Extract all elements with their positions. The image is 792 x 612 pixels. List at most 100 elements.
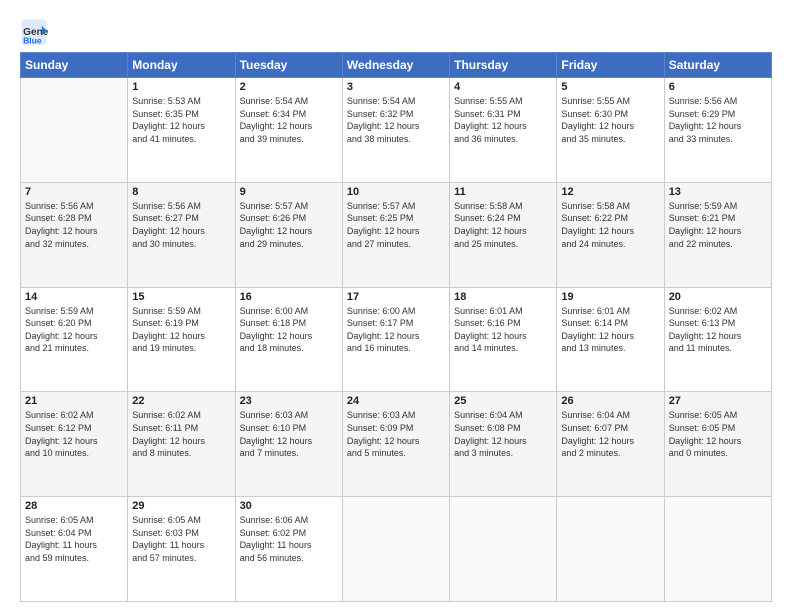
day-number: 17 — [347, 291, 445, 303]
day-info: Sunrise: 6:00 AM Sunset: 6:17 PM Dayligh… — [347, 305, 445, 355]
calendar-cell: 7 Sunrise: 5:56 AM Sunset: 6:28 PM Daylig… — [21, 182, 128, 287]
calendar-cell: 18 Sunrise: 6:01 AM Sunset: 6:16 PM Dayli… — [450, 287, 557, 392]
day-info: Sunrise: 5:55 AM Sunset: 6:30 PM Dayligh… — [561, 95, 659, 145]
day-info: Sunrise: 6:01 AM Sunset: 6:16 PM Dayligh… — [454, 305, 552, 355]
day-number: 12 — [561, 186, 659, 198]
calendar-cell: 14 Sunrise: 5:59 AM Sunset: 6:20 PM Dayli… — [21, 287, 128, 392]
day-info: Sunrise: 6:05 AM Sunset: 6:04 PM Dayligh… — [25, 514, 123, 564]
calendar-header-friday: Friday — [557, 53, 664, 78]
day-number: 25 — [454, 395, 552, 407]
calendar-cell — [557, 497, 664, 602]
calendar-cell — [450, 497, 557, 602]
calendar-cell: 30 Sunrise: 6:06 AM Sunset: 6:02 PM Dayli… — [235, 497, 342, 602]
day-info: Sunrise: 5:58 AM Sunset: 6:22 PM Dayligh… — [561, 200, 659, 250]
day-info: Sunrise: 5:55 AM Sunset: 6:31 PM Dayligh… — [454, 95, 552, 145]
day-number: 4 — [454, 81, 552, 93]
day-number: 2 — [240, 81, 338, 93]
day-info: Sunrise: 5:57 AM Sunset: 6:26 PM Dayligh… — [240, 200, 338, 250]
calendar-cell: 24 Sunrise: 6:03 AM Sunset: 6:09 PM Dayli… — [342, 392, 449, 497]
page: General Blue SundayMondayTuesdayWednesda… — [0, 0, 792, 612]
calendar-header-row: SundayMondayTuesdayWednesdayThursdayFrid… — [21, 53, 772, 78]
day-info: Sunrise: 6:06 AM Sunset: 6:02 PM Dayligh… — [240, 514, 338, 564]
day-number: 13 — [669, 186, 767, 198]
day-number: 29 — [132, 500, 230, 512]
day-info: Sunrise: 6:03 AM Sunset: 6:09 PM Dayligh… — [347, 409, 445, 459]
calendar-cell: 25 Sunrise: 6:04 AM Sunset: 6:08 PM Dayli… — [450, 392, 557, 497]
day-number: 18 — [454, 291, 552, 303]
day-number: 16 — [240, 291, 338, 303]
calendar-cell: 4 Sunrise: 5:55 AM Sunset: 6:31 PM Daylig… — [450, 78, 557, 183]
day-number: 15 — [132, 291, 230, 303]
calendar-cell: 28 Sunrise: 6:05 AM Sunset: 6:04 PM Dayli… — [21, 497, 128, 602]
day-number: 5 — [561, 81, 659, 93]
calendar-cell — [21, 78, 128, 183]
calendar-header-tuesday: Tuesday — [235, 53, 342, 78]
day-info: Sunrise: 6:01 AM Sunset: 6:14 PM Dayligh… — [561, 305, 659, 355]
day-number: 1 — [132, 81, 230, 93]
calendar-week-row: 21Sunrise: 6:02 AM Sunset: 6:12 PM Dayli… — [21, 392, 772, 497]
day-info: Sunrise: 6:02 AM Sunset: 6:13 PM Dayligh… — [669, 305, 767, 355]
day-info: Sunrise: 5:54 AM Sunset: 6:32 PM Dayligh… — [347, 95, 445, 145]
day-info: Sunrise: 6:03 AM Sunset: 6:10 PM Dayligh… — [240, 409, 338, 459]
day-info: Sunrise: 5:56 AM Sunset: 6:29 PM Dayligh… — [669, 95, 767, 145]
calendar-cell — [342, 497, 449, 602]
day-number: 8 — [132, 186, 230, 198]
calendar-cell: 6 Sunrise: 5:56 AM Sunset: 6:29 PM Daylig… — [664, 78, 771, 183]
calendar-cell: 12 Sunrise: 5:58 AM Sunset: 6:22 PM Dayli… — [557, 182, 664, 287]
day-info: Sunrise: 5:59 AM Sunset: 6:20 PM Dayligh… — [25, 305, 123, 355]
calendar-cell: 15 Sunrise: 5:59 AM Sunset: 6:19 PM Dayli… — [128, 287, 235, 392]
day-number: 3 — [347, 81, 445, 93]
day-info: Sunrise: 5:59 AM Sunset: 6:19 PM Dayligh… — [132, 305, 230, 355]
day-number: 23 — [240, 395, 338, 407]
day-number: 11 — [454, 186, 552, 198]
calendar-cell: 8 Sunrise: 5:56 AM Sunset: 6:27 PM Daylig… — [128, 182, 235, 287]
day-info: Sunrise: 5:57 AM Sunset: 6:25 PM Dayligh… — [347, 200, 445, 250]
day-info: Sunrise: 6:04 AM Sunset: 6:08 PM Dayligh… — [454, 409, 552, 459]
calendar-cell: 26 Sunrise: 6:04 AM Sunset: 6:07 PM Dayli… — [557, 392, 664, 497]
calendar-cell: 2Sunrise: 5:54 AM Sunset: 6:34 PM Daylig… — [235, 78, 342, 183]
calendar-header-wednesday: Wednesday — [342, 53, 449, 78]
calendar-cell: 17 Sunrise: 6:00 AM Sunset: 6:17 PM Dayli… — [342, 287, 449, 392]
calendar-week-row: 7 Sunrise: 5:56 AM Sunset: 6:28 PM Daylig… — [21, 182, 772, 287]
calendar-cell: 1Sunrise: 5:53 AM Sunset: 6:35 PM Daylig… — [128, 78, 235, 183]
logo-icon: General Blue — [20, 18, 48, 46]
svg-text:Blue: Blue — [23, 36, 42, 46]
logo: General Blue — [20, 18, 50, 46]
calendar-cell: 16 Sunrise: 6:00 AM Sunset: 6:18 PM Dayli… — [235, 287, 342, 392]
calendar-week-row: 1Sunrise: 5:53 AM Sunset: 6:35 PM Daylig… — [21, 78, 772, 183]
day-number: 30 — [240, 500, 338, 512]
day-number: 22 — [132, 395, 230, 407]
day-number: 28 — [25, 500, 123, 512]
calendar-table: SundayMondayTuesdayWednesdayThursdayFrid… — [20, 52, 772, 602]
day-number: 14 — [25, 291, 123, 303]
calendar-header-monday: Monday — [128, 53, 235, 78]
calendar-cell: 23 Sunrise: 6:03 AM Sunset: 6:10 PM Dayli… — [235, 392, 342, 497]
day-info: Sunrise: 5:56 AM Sunset: 6:27 PM Dayligh… — [132, 200, 230, 250]
day-number: 21 — [25, 395, 123, 407]
day-number: 19 — [561, 291, 659, 303]
calendar-cell: 5 Sunrise: 5:55 AM Sunset: 6:30 PM Daylig… — [557, 78, 664, 183]
calendar-header-thursday: Thursday — [450, 53, 557, 78]
day-info: Sunrise: 5:56 AM Sunset: 6:28 PM Dayligh… — [25, 200, 123, 250]
calendar-cell: 21Sunrise: 6:02 AM Sunset: 6:12 PM Dayli… — [21, 392, 128, 497]
calendar-header-sunday: Sunday — [21, 53, 128, 78]
calendar-week-row: 14 Sunrise: 5:59 AM Sunset: 6:20 PM Dayli… — [21, 287, 772, 392]
calendar-cell: 29Sunrise: 6:05 AM Sunset: 6:03 PM Dayli… — [128, 497, 235, 602]
calendar-cell: 19 Sunrise: 6:01 AM Sunset: 6:14 PM Dayli… — [557, 287, 664, 392]
day-number: 27 — [669, 395, 767, 407]
day-info: Sunrise: 6:00 AM Sunset: 6:18 PM Dayligh… — [240, 305, 338, 355]
day-info: Sunrise: 6:02 AM Sunset: 6:11 PM Dayligh… — [132, 409, 230, 459]
calendar-cell: 11Sunrise: 5:58 AM Sunset: 6:24 PM Dayli… — [450, 182, 557, 287]
day-info: Sunrise: 5:59 AM Sunset: 6:21 PM Dayligh… — [669, 200, 767, 250]
day-number: 26 — [561, 395, 659, 407]
day-number: 6 — [669, 81, 767, 93]
day-number: 20 — [669, 291, 767, 303]
calendar-cell: 3 Sunrise: 5:54 AM Sunset: 6:32 PM Daylig… — [342, 78, 449, 183]
calendar-week-row: 28 Sunrise: 6:05 AM Sunset: 6:04 PM Dayli… — [21, 497, 772, 602]
day-number: 9 — [240, 186, 338, 198]
header: General Blue — [20, 18, 772, 46]
day-number: 24 — [347, 395, 445, 407]
day-info: Sunrise: 6:04 AM Sunset: 6:07 PM Dayligh… — [561, 409, 659, 459]
day-number: 7 — [25, 186, 123, 198]
calendar-cell: 10Sunrise: 5:57 AM Sunset: 6:25 PM Dayli… — [342, 182, 449, 287]
